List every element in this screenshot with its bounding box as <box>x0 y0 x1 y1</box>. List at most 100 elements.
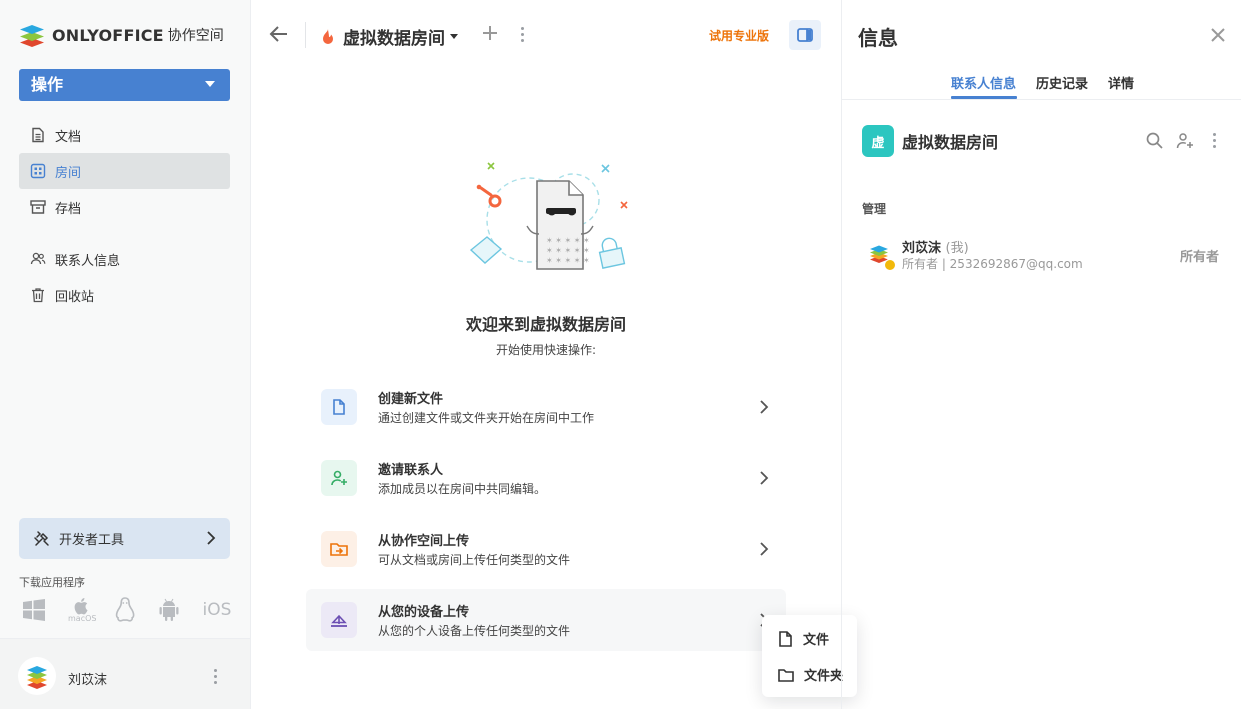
sidebar-item-label: 文档 <box>55 129 82 145</box>
me-tag: (我) <box>945 241 969 256</box>
sidebar-nav: 文档 房间 存档 联系人信息 回收站 <box>19 117 230 313</box>
invite-user-icon <box>321 460 357 496</box>
actions-button[interactable]: 操作 <box>19 69 230 101</box>
add-icon[interactable] <box>481 24 499 46</box>
more-options-icon[interactable] <box>521 27 525 45</box>
chevron-right-icon <box>207 531 216 545</box>
user-menu-icon[interactable] <box>214 669 218 687</box>
macos-label: macOS <box>68 614 97 623</box>
add-user-icon[interactable] <box>1176 132 1194 154</box>
new-file-icon <box>321 389 357 425</box>
product-name: 协作空间 <box>167 28 224 44</box>
header: 虚拟数据房间 试用专业版 <box>251 0 841 70</box>
android-icon[interactable] <box>158 598 180 622</box>
welcome-subtitle: 开始使用快速操作: <box>495 343 597 357</box>
quick-action-desc: 可从文档或房间上传任何类型的文件 <box>378 553 571 567</box>
owner-badge-icon <box>884 259 896 271</box>
sidebar-item-archive[interactable]: 存档 <box>19 189 230 225</box>
tab-details[interactable]: 详情 <box>1108 73 1134 92</box>
sidebar-item-contacts[interactable]: 联系人信息 <box>19 241 230 277</box>
developer-tools-label: 开发者工具 <box>59 533 125 548</box>
caret-down-icon <box>205 81 215 87</box>
sidebar-item-label: 联系人信息 <box>55 253 121 269</box>
member-name-text: 刘苡沫 <box>902 241 942 256</box>
upload-from-docspace-icon <box>321 531 357 567</box>
svg-text:✶ ✶ ✶ ✶ ✶: ✶ ✶ ✶ ✶ ✶ <box>546 246 590 255</box>
developer-tools-icon <box>34 530 49 546</box>
sidebar: ONLYOFFICE 协作空间 操作 文档 房间 存档 联系人信息 回收站 开发… <box>0 0 251 709</box>
quick-action-title: 创建新文件 <box>378 392 444 407</box>
sidebar-item-label: 存档 <box>55 201 82 217</box>
quick-action-invite-contacts[interactable]: 邀请联系人 添加成员以在房间中共同编辑。 <box>306 447 786 509</box>
file-icon <box>779 630 792 647</box>
more-options-icon[interactable] <box>1213 133 1217 151</box>
empty-room-illustration: ✶ ✶ ✶ ✶ ✶ ✶ ✶ ✶ ✶ ✶ ✶ ✶ ✶ ✶ ✶ <box>461 155 636 280</box>
member-row[interactable]: 刘苡沫 (我) 所有者 | 2532692867@qq.com 所有者 <box>862 237 1222 273</box>
search-icon[interactable] <box>1146 132 1163 153</box>
windows-icon[interactable] <box>22 598 46 622</box>
info-panel-toggle-icon[interactable] <box>789 20 821 50</box>
developer-tools-button[interactable]: 开发者工具 <box>19 518 230 559</box>
close-icon[interactable] <box>1210 27 1226 47</box>
sidebar-item-label: 回收站 <box>55 289 95 305</box>
main-content: 虚拟数据房间 试用专业版 ✶ ✶ ✶ ✶ ✶ ✶ ✶ ✶ ✶ ✶ ✶ ✶ ✶ ✶… <box>251 0 857 709</box>
logo[interactable]: ONLYOFFICE 协作空间 <box>19 22 224 48</box>
try-business-link[interactable]: 试用专业版 <box>709 27 769 44</box>
macos-icon[interactable]: macOS <box>68 597 96 623</box>
current-user-bar[interactable]: 刘苡沫 <box>0 638 250 709</box>
quick-action-title: 从协作空间上传 <box>378 534 470 549</box>
linux-icon[interactable] <box>114 597 136 623</box>
folder-icon <box>778 668 794 682</box>
info-panel-title: 信息 <box>858 26 898 50</box>
menu-item-label: 文件夹 <box>804 669 844 684</box>
back-arrow-icon[interactable] <box>269 24 289 48</box>
menu-item-upload-folder[interactable]: 文件夹 <box>778 665 843 684</box>
archive-icon <box>30 200 46 214</box>
quick-action-desc: 从您的个人设备上传任何类型的文件 <box>378 624 571 638</box>
svg-text:✶ ✶ ✶ ✶ ✶: ✶ ✶ ✶ ✶ ✶ <box>546 256 590 265</box>
trash-icon <box>32 288 44 303</box>
member-name: 刘苡沫 (我) <box>902 237 969 256</box>
welcome-title: 欢迎来到虚拟数据房间 <box>465 315 626 334</box>
info-panel: 信息 联系人信息 历史记录 详情 虚 虚拟数据房间 管理 刘苡沫 (我) 所有者… <box>841 0 1241 709</box>
quick-action-upload-from-docspace[interactable]: 从协作空间上传 可从文档或房间上传任何类型的文件 <box>306 518 786 580</box>
avatar[interactable] <box>18 657 56 695</box>
menu-item-upload-file[interactable]: 文件 <box>778 629 829 648</box>
active-tab-indicator <box>951 96 1017 99</box>
sidebar-item-rooms[interactable]: 房间 <box>19 153 230 189</box>
page-title: 虚拟数据房间 <box>343 29 445 49</box>
tab-contacts[interactable]: 联系人信息 <box>951 73 1016 92</box>
room-header: 虚 虚拟数据房间 <box>862 125 998 157</box>
fire-icon <box>323 28 333 44</box>
tab-history[interactable]: 历史记录 <box>1036 73 1088 92</box>
chevron-right-icon <box>760 400 769 414</box>
caret-down-icon <box>450 34 458 39</box>
room-title-dropdown[interactable]: 虚拟数据房间 <box>321 24 458 49</box>
sidebar-item-label: 房间 <box>55 165 82 181</box>
quick-action-create-file[interactable]: 创建新文件 通过创建文件或文件夹开始在房间中工作 <box>306 376 786 438</box>
info-tabs: 联系人信息 历史记录 详情 <box>842 62 1241 100</box>
contacts-icon <box>30 252 46 265</box>
quick-action-desc: 添加成员以在房间中共同编辑。 <box>378 482 547 496</box>
ios-icon[interactable]: iOS <box>202 600 231 620</box>
quick-action-title: 邀请联系人 <box>378 463 444 478</box>
member-role: 所有者 <box>1179 250 1219 265</box>
ios-label: iOS <box>202 600 232 620</box>
room-name: 虚拟数据房间 <box>902 133 999 152</box>
sidebar-item-documents[interactable]: 文档 <box>19 117 230 153</box>
sidebar-item-trash[interactable]: 回收站 <box>19 277 230 313</box>
quick-action-upload-from-device[interactable]: 从您的设备上传 从您的个人设备上传任何类型的文件 <box>306 589 786 651</box>
chevron-right-icon <box>760 542 769 556</box>
brand-name: ONLYOFFICE <box>52 25 164 45</box>
actions-button-label: 操作 <box>31 75 64 94</box>
svg-text:✶ ✶ ✶ ✶ ✶: ✶ ✶ ✶ ✶ ✶ <box>546 236 590 245</box>
divider <box>305 22 306 48</box>
quick-action-desc: 通过创建文件或文件夹开始在房间中工作 <box>378 411 595 425</box>
download-apps-label: 下载应用程序 <box>19 576 85 589</box>
menu-item-label: 文件 <box>803 633 830 648</box>
rooms-icon <box>30 163 46 179</box>
user-name: 刘苡沫 <box>68 673 108 688</box>
app-download-links: macOS iOS <box>22 597 253 623</box>
section-label: 管理 <box>862 202 887 216</box>
onlyoffice-logo-icon <box>19 22 45 48</box>
